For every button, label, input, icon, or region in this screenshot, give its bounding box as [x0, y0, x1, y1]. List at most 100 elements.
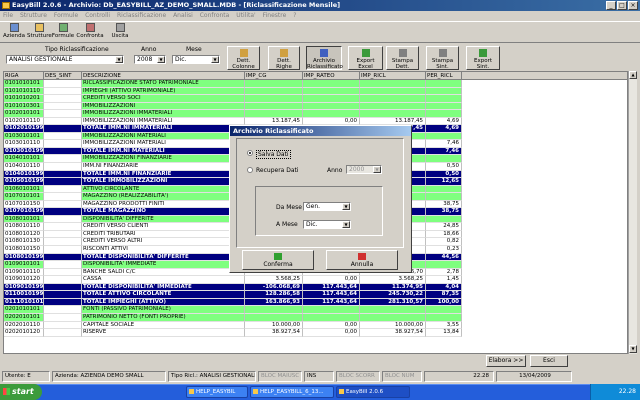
table-row[interactable]: 0101010110 IMPIEGHI (ATTIVO PATRIMONIALE)	[4, 87, 627, 96]
col-per-ricl[interactable]: PER_RICL	[426, 72, 462, 79]
da-mese-select[interactable]: Gen. ▼	[303, 202, 351, 211]
table-row[interactable]: 0101010201 CREDITI VERSO SOCI	[4, 95, 627, 103]
folder-icon	[189, 389, 194, 394]
cell-des-sint	[44, 253, 82, 262]
tipo-select[interactable]: ANALISI GESTIONALE ▼	[6, 55, 124, 64]
mese-value: Dic.	[175, 56, 187, 63]
cell-riga: 0202010110	[4, 321, 44, 330]
vertical-scrollbar[interactable]: ▲ ▼	[628, 71, 637, 354]
conferma-button[interactable]: Conferma	[242, 250, 314, 270]
col-imp-rateo[interactable]: IMP_RATEO	[303, 72, 360, 79]
archivio-riclassificato-button[interactable]: Archivio Riclassificato	[306, 46, 343, 70]
stampa-dett-button[interactable]: Stampa Dett.	[386, 46, 419, 70]
stampa-sint-button[interactable]: Stampa Sint.	[426, 46, 459, 70]
elabora-button[interactable]: Elabora >>	[486, 355, 526, 367]
dialog-anno-select[interactable]: 2000 ▼	[346, 165, 382, 174]
cell-riga: 0102010199	[4, 125, 44, 133]
menu-analisi[interactable]: Analisi	[173, 12, 193, 19]
cell-per-ricl: 0,50	[426, 170, 462, 179]
col-riga[interactable]: RIGA	[4, 72, 44, 79]
status-date: 13/04/2009	[496, 371, 572, 382]
azienda-button[interactable]: Azienda	[2, 23, 26, 42]
table-row[interactable]: 0109010199 TOTALE DISPONIBILITA' IMMEDIAT…	[4, 283, 627, 292]
cell-des-sint	[44, 80, 82, 88]
status-azienda: Azienda: AZIENDA DEMO SMALL	[52, 371, 166, 382]
menu-riclassificazione[interactable]: Riclassificazione	[117, 12, 166, 19]
menu-help[interactable]: ?	[293, 12, 296, 19]
minimize-button[interactable]: _	[606, 1, 616, 10]
table-row[interactable]: 0202010101 PATRIMONIO NETTO (FONTI PROPRI…	[4, 313, 627, 322]
tipo-value: ANALISI GESTIONALE	[9, 56, 73, 63]
cell-descrizione: RISERVE	[82, 329, 245, 337]
recupera-dati-radio[interactable]	[247, 167, 253, 173]
menu-bar: File Strutture Formule Controlli Riclass…	[0, 11, 640, 21]
stampa-dett-label: Stampa Dett.	[391, 58, 414, 70]
cell-imp-rateo	[303, 95, 360, 103]
confronta-button[interactable]: Confronta	[76, 23, 104, 42]
table-row[interactable]: 0202010110 CAPITALE SOCIALE 10.000,00 0,00 1…	[4, 321, 627, 330]
menu-finestre[interactable]: Finestre	[263, 12, 287, 19]
dett-colonne-button[interactable]: Dett. Colonne	[227, 46, 260, 70]
task-help-easybill-doc[interactable]: HELP_EASYBILL_6_13...	[250, 386, 334, 398]
salva-dati-radio[interactable]	[247, 150, 253, 156]
scroll-down-icon[interactable]: ▼	[629, 345, 637, 353]
uscita-label: Uscita	[111, 33, 129, 39]
menu-utilita[interactable]: Utilita'	[236, 12, 255, 19]
print-icon	[398, 49, 407, 57]
cell-imp-rateo	[303, 110, 360, 118]
a-mese-select[interactable]: Dic. ▼	[303, 220, 351, 229]
cell-imp-rateo	[303, 80, 360, 88]
cell-riga: 0106010101	[4, 185, 44, 194]
table-row[interactable]: 0111010101 TOTALE IMPIEGHI (ATTIVO) 163.86…	[4, 298, 627, 307]
cell-per-ricl: 7,46	[426, 147, 462, 156]
cell-des-sint	[44, 298, 82, 307]
formula-icon	[58, 23, 68, 32]
table-row[interactable]: 0101010301 IMMOBILIZZAZIONI	[4, 102, 627, 111]
cell-descrizione: TOTALE IMM.NI MATERIALI	[82, 147, 245, 156]
cell-per-ricl: 87,35	[426, 291, 462, 299]
scroll-up-icon[interactable]: ▲	[629, 71, 637, 79]
menu-strutture[interactable]: Strutture	[20, 12, 47, 19]
cell-imp-ricl: 11.374,95	[360, 283, 426, 292]
strutture-button[interactable]: Strutture	[27, 23, 52, 42]
formule-button[interactable]: Formule	[51, 23, 75, 42]
close-button[interactable]: ×	[628, 1, 638, 10]
status-blocnum: BLOC NUM	[382, 371, 422, 382]
uscita-button[interactable]: Uscita	[108, 23, 132, 42]
table-row[interactable]: 0109010120 CASSA 3.568,25 0,00 3.568,25 1,45	[4, 276, 627, 284]
cell-per-ricl	[426, 261, 462, 269]
col-imp-cg[interactable]: IMP_CG	[245, 72, 303, 79]
dett-righe-button[interactable]: Dett. Righe	[268, 46, 300, 70]
maximize-button[interactable]: □	[617, 1, 627, 10]
menu-controlli[interactable]: Controlli	[85, 12, 110, 19]
cell-per-ricl: 4,04	[426, 283, 462, 292]
cell-descrizione: TOTALE IMPIEGHI (ATTIVO)	[82, 298, 245, 307]
task-help-easybil[interactable]: HELP_EASYBIL	[186, 386, 248, 398]
annulla-button[interactable]: Annulla	[326, 250, 398, 270]
export-sint-button[interactable]: Export Sint.	[466, 46, 500, 70]
cell-descrizione: DISPONIBILITA' IMMEDIATE	[82, 261, 245, 269]
export-excel-button[interactable]: Export Excel	[348, 46, 383, 70]
table-row[interactable]: 0201010101 FONTI (PASSIVO PATRIMONIALE)	[4, 306, 627, 314]
cell-imp-ricl: 38.927,54	[360, 329, 426, 337]
table-row[interactable]: 0110010199 TOTALE ATTIVO CIRCOLANTE 128.28…	[4, 291, 627, 299]
table-row[interactable]: 0102010101 IMMOBILIZZAZIONI IMMATERIALI	[4, 110, 627, 118]
anno-select[interactable]: 2008 ▼	[134, 55, 166, 64]
task-easybill[interactable]: EasyBill 2.0.6	[336, 386, 410, 398]
mese-select[interactable]: Dic. ▼	[172, 55, 220, 64]
chevron-down-icon: ▼	[373, 166, 381, 173]
menu-file[interactable]: File	[3, 12, 13, 19]
menu-confronta[interactable]: Confronta	[200, 12, 230, 19]
cell-imp-ricl: 281.310,57	[360, 298, 426, 307]
cell-per-ricl: 4,69	[426, 117, 462, 126]
export-icon	[479, 49, 487, 57]
esci-button[interactable]: Esci	[530, 355, 568, 367]
col-imp-ricl[interactable]: IMP_RICL	[360, 72, 426, 79]
cell-descrizione: BANCHE SALDI C/C	[82, 268, 245, 277]
col-descrizione[interactable]: DESCRIZIONE	[82, 72, 245, 79]
table-row[interactable]: 0101010101 RICLASSIFICAZIONE STATO PATRIM…	[4, 80, 627, 88]
menu-formule[interactable]: Formule	[54, 12, 78, 19]
table-row[interactable]: 0202010120 RISERVE 38.927,54 0,00 38.927,54 1…	[4, 329, 627, 337]
col-des-sint[interactable]: DES_SINT	[44, 72, 82, 79]
window-title-bar: EasyBill 2.0.6 - Archivio: Db_EASYBILL_A…	[0, 0, 640, 11]
